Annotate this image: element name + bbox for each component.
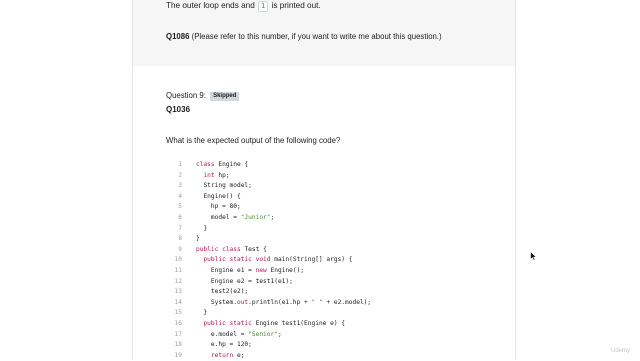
code-token: "Junior" — [240, 213, 271, 221]
code-token: System. — [196, 298, 237, 306]
code-token: } — [196, 235, 200, 243]
line-number: 18 — [174, 341, 182, 349]
question-id: Q1036 — [166, 105, 191, 114]
line-number: 7 — [178, 224, 182, 232]
code-token: model = — [196, 213, 241, 221]
code-token: new — [255, 266, 271, 274]
code-token: .println(e1.hp + — [248, 298, 312, 306]
code-token: Engine() { — [196, 192, 241, 200]
explanation-suffix: is printed out. — [271, 1, 321, 10]
code-token: public class — [196, 245, 245, 253]
code-token: " " — [311, 298, 323, 306]
question-label: Question 9: — [166, 91, 206, 100]
watermark-text: Udemy — [610, 348, 630, 354]
code-token: Engine e1 = — [196, 266, 256, 274]
line-number: 6 — [178, 213, 182, 221]
mouse-cursor-icon — [530, 251, 537, 261]
code-line: 15 } — [166, 308, 506, 319]
code-token: e.model = — [196, 330, 249, 338]
question-prompt: What is the expected output of the follo… — [166, 136, 341, 145]
line-number: 14 — [174, 298, 182, 306]
code-token: Engine e2 = test1(e1); — [196, 277, 293, 285]
inline-code-value: 1 — [258, 1, 269, 12]
code-token: Engine { — [218, 161, 249, 168]
code-token: return — [210, 351, 237, 359]
code-token: class — [196, 161, 219, 168]
code-line: 8} — [166, 234, 506, 245]
code-token: public static — [203, 319, 256, 327]
line-number: 9 — [178, 245, 182, 253]
code-token: ; — [270, 213, 275, 221]
line-number: 16 — [174, 319, 182, 327]
code-token: "Senior" — [248, 330, 278, 338]
line-number: 17 — [174, 330, 182, 338]
line-number: 11 — [174, 266, 182, 274]
status-badge: Skipped — [210, 92, 240, 101]
code-line: 6 model = "Junior"; — [166, 213, 506, 224]
code-token: public static void — [203, 256, 275, 264]
code-token: Test { — [244, 245, 267, 253]
code-token: e.hp = 120; — [196, 341, 252, 349]
line-number: 8 — [178, 235, 182, 243]
code-token: Engine test1(Engine e) { — [255, 319, 346, 327]
code-token: test2(e2); — [196, 288, 249, 296]
line-number: 1 — [178, 161, 182, 168]
code-line: 13 test2(e2); — [166, 287, 506, 298]
line-number: 10 — [174, 256, 182, 264]
explanation-prefix: The outer loop ends and — [166, 1, 255, 10]
code-line: 5 hp = 80; — [166, 202, 506, 213]
code-line: 16 public static Engine test1(Engine e) … — [166, 319, 506, 330]
code-line: 10 public static void main(String[] args… — [166, 255, 506, 266]
line-number: 15 — [174, 309, 182, 317]
code-token: out — [236, 298, 249, 306]
code-line: 1 class Engine { — [166, 160, 506, 171]
explanation-text: The outer loop ends and 1 is printed out… — [166, 0, 321, 12]
code-token: } — [196, 309, 208, 317]
code-token: String model; — [196, 182, 252, 190]
code-line: 4 Engine() { — [166, 192, 506, 203]
code-line: 2 int hp; — [166, 171, 506, 182]
question-column: The outer loop ends and 1 is printed out… — [132, 0, 516, 360]
code-line: 12 Engine e2 = test1(e1); — [166, 277, 506, 288]
question-reference-note: Q1086 (Please refer to this number, if y… — [166, 31, 442, 42]
code-token: ; — [277, 330, 282, 338]
code-line: 17 e.model = "Senior"; — [166, 330, 506, 341]
code-token: hp = 80; — [196, 203, 241, 211]
question-reference-id: Q1086 — [166, 32, 190, 41]
line-number: 13 — [174, 288, 182, 296]
explanation-box: The outer loop ends and 1 is printed out… — [133, 0, 515, 66]
code-line: 9 public class Test { — [166, 245, 506, 256]
code-line: 11 Engine e1 = new Engine(); — [166, 266, 506, 277]
line-number: 19 — [174, 351, 182, 359]
code-token: int — [203, 171, 219, 179]
code-line: 14 System.out.println(e1.hp + " " + e2.m… — [166, 298, 506, 309]
code-token: hp; — [218, 171, 230, 179]
line-number: 5 — [178, 203, 182, 211]
code-line: 18 e.hp = 120; — [166, 340, 506, 351]
code-line: 7 } — [166, 224, 506, 235]
code-token: Engine(); — [270, 266, 305, 274]
line-number: 12 — [174, 277, 182, 285]
line-number: 3 — [178, 182, 182, 190]
line-number: 2 — [178, 171, 182, 179]
code-block: 1 class Engine {2 int hp; 3 String model; 4… — [166, 160, 506, 361]
code-token: main(String[] args) { — [274, 256, 353, 264]
question-reference-text: (Please refer to this number, if you wan… — [191, 32, 442, 41]
code-token: + e2.model); — [322, 298, 372, 306]
code-line: 3 String model; — [166, 181, 506, 192]
code-token: e; — [236, 351, 245, 359]
code-token: } — [196, 224, 208, 232]
question-header: Question 9: Skipped — [166, 90, 240, 101]
line-number: 4 — [178, 192, 182, 200]
code-line: 19 return e; — [166, 351, 506, 361]
